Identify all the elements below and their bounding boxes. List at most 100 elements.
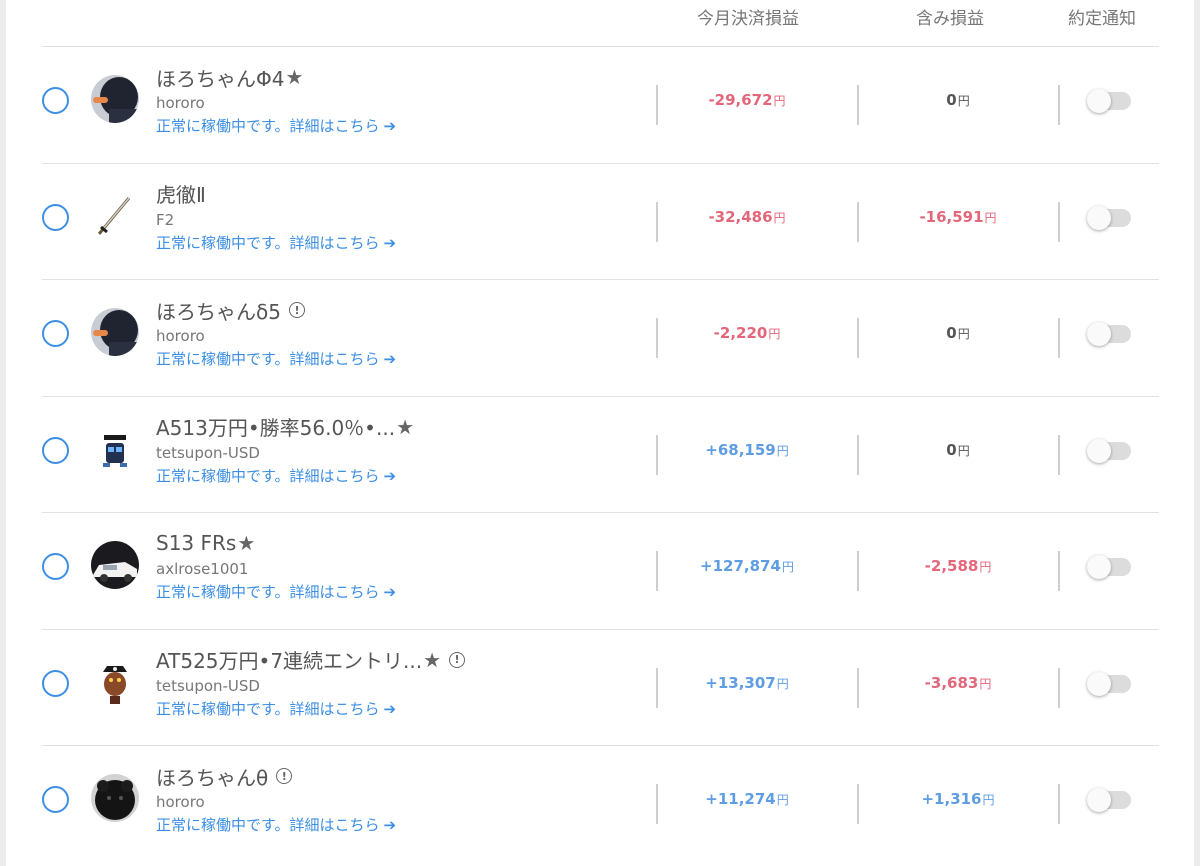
arrow-right-icon: ➔ (383, 117, 397, 135)
bot-list-panel: 今月決済損益 含み損益 約定通知 ほろちゃんΦ4 ★ hororo 正常に稼働中… (6, 0, 1194, 866)
info-icon[interactable]: ! (288, 302, 305, 318)
select-radio[interactable] (42, 436, 69, 464)
bot-avatar (91, 774, 139, 822)
execution-notification-toggle[interactable] (1087, 89, 1131, 113)
star-icon: ★ (396, 414, 414, 439)
status-text: 正常に稼働中です。詳細はこちら (156, 816, 380, 834)
unrealized-pnl: 0円 (868, 324, 1048, 342)
arrow-right-icon: ➔ (383, 816, 397, 834)
yen-unit: 円 (979, 560, 992, 574)
bot-title-line: 虎徹Ⅱ (156, 180, 636, 208)
status-link[interactable]: 正常に稼働中です。詳細はこちら ➔ (156, 697, 636, 721)
select-radio[interactable] (42, 203, 69, 231)
column-divider (857, 667, 859, 708)
status-link[interactable]: 正常に稼働中です。詳細はこちら ➔ (156, 231, 636, 255)
bot-title[interactable]: ほろちゃんΦ4 (156, 63, 284, 92)
toggle-knob (1087, 205, 1111, 230)
arrow-right-icon: ➔ (383, 466, 397, 485)
yen-unit: 円 (776, 676, 789, 691)
table-header: 今月決済損益 含み損益 約定通知 (6, 0, 1194, 46)
execution-notification-toggle[interactable] (1087, 555, 1131, 579)
header-monthly-settled-pnl: 今月決済損益 (697, 9, 799, 29)
settled-value: +127,874 (700, 557, 781, 575)
select-radio[interactable] (42, 669, 69, 697)
status-link[interactable]: 正常に稼働中です。詳細はこちら ➔ (156, 114, 636, 138)
bot-row: ほろちゃんδ5 ! hororo 正常に稼働中です。詳細はこちら ➔ -2,22… (42, 279, 1159, 396)
bot-avatar (91, 191, 139, 240)
column-divider (1058, 667, 1060, 708)
bot-title[interactable]: S13 FRs (156, 531, 236, 555)
yen-unit: 円 (776, 793, 789, 807)
bot-owner: tetsupon-USD (156, 676, 260, 695)
execution-notification-toggle[interactable] (1087, 322, 1131, 346)
unrealized-pnl: 0円 (868, 441, 1048, 459)
star-icon: ★ (423, 647, 442, 672)
column-divider (857, 85, 859, 125)
status-link[interactable]: 正常に稼働中です。詳細はこちら ➔ (156, 580, 636, 604)
yen-unit: 円 (957, 443, 970, 458)
bot-avatar (91, 657, 139, 706)
unrealized-value: 0 (946, 91, 957, 109)
select-radio[interactable] (42, 87, 69, 114)
toggle-knob (1087, 788, 1111, 812)
unrealized-pnl: -16,591円 (868, 208, 1048, 226)
toggle-knob (1087, 322, 1111, 346)
unrealized-pnl: 0円 (868, 91, 1048, 109)
toggle-knob (1087, 671, 1111, 696)
status-text: 正常に稼働中です。詳細はこちら (156, 466, 380, 485)
monthly-settled-pnl: +127,874円 (657, 557, 837, 575)
bot-avatar (91, 75, 139, 123)
execution-notification-toggle[interactable] (1087, 438, 1131, 463)
yen-unit: 円 (768, 327, 781, 341)
bot-owner: tetsupon-USD (156, 443, 260, 462)
bot-title-line: ほろちゃんδ5 ! (156, 296, 636, 324)
bot-row: 虎徹Ⅱ F2 正常に稼働中です。詳細はこちら ➔ -32,486円 -16,59… (42, 162, 1159, 280)
monthly-settled-pnl: +13,307円 (657, 674, 837, 692)
bot-avatar (91, 424, 139, 473)
select-radio[interactable] (42, 786, 69, 813)
unrealized-value: -3,683 (924, 673, 979, 692)
toggle-knob (1087, 555, 1111, 579)
status-text: 正常に稼働中です。詳細はこちら (156, 583, 380, 601)
execution-notification-toggle[interactable] (1087, 788, 1131, 812)
arrow-right-icon: ➔ (383, 699, 397, 718)
bot-info: ほろちゃんθ ! hororo 正常に稼働中です。詳細はこちら ➔ (156, 762, 636, 837)
bot-title[interactable]: ほろちゃんθ (156, 762, 268, 791)
bot-title[interactable]: ほろちゃんδ5 (156, 296, 281, 325)
status-link[interactable]: 正常に稼働中です。詳細はこちら ➔ (156, 347, 636, 371)
info-icon[interactable]: ! (276, 768, 293, 784)
bot-row: S13 FRs ★ axlrose1001 正常に稼働中です。詳細はこちら ➔ … (42, 512, 1159, 629)
header-unrealized-pnl: 含み損益 (916, 9, 984, 29)
header-execution-notification: 約定通知 (1068, 9, 1136, 29)
bot-row: A513万円•勝率56.0％•... ★ tetsupon-USD 正常に稼働中… (42, 395, 1159, 513)
status-text: 正常に稼働中です。詳細はこちら (156, 117, 380, 135)
toggle-knob (1087, 89, 1111, 113)
column-divider (1058, 551, 1060, 591)
settled-value: -2,220 (713, 324, 768, 342)
status-text: 正常に稼働中です。詳細はこちら (156, 350, 380, 368)
settled-value: -32,486 (708, 207, 773, 226)
settled-value: +11,274 (705, 790, 776, 808)
execution-notification-toggle[interactable] (1087, 671, 1131, 696)
bot-title[interactable]: A513万円•勝率56.0％•... (156, 412, 395, 441)
monthly-settled-pnl: -2,220円 (657, 324, 837, 342)
bot-owner: hororo (156, 94, 205, 112)
select-radio[interactable] (42, 553, 69, 580)
bot-title[interactable]: AT525万円•7連続エントリ... (156, 645, 422, 674)
execution-notification-toggle[interactable] (1087, 205, 1131, 230)
info-icon[interactable]: ! (449, 651, 466, 668)
column-divider (1058, 201, 1060, 242)
star-icon: ★ (237, 531, 256, 555)
settled-value: -29,672 (708, 91, 773, 109)
monthly-settled-pnl: -32,486円 (657, 208, 837, 226)
status-link[interactable]: 正常に稼働中です。詳細はこちら ➔ (156, 813, 636, 837)
unrealized-value: -16,591 (919, 207, 984, 226)
bot-info: AT525万円•7連続エントリ... ★ ! tetsupon-USD 正常に稼… (156, 646, 636, 721)
bot-title[interactable]: 虎徹Ⅱ (156, 179, 206, 208)
select-radio[interactable] (42, 320, 69, 347)
unrealized-value: 0 (946, 440, 957, 459)
bot-avatar (91, 541, 139, 589)
bot-owner: axlrose1001 (156, 560, 249, 578)
bot-info: ほろちゃんδ5 ! hororo 正常に稼働中です。詳細はこちら ➔ (156, 296, 636, 371)
status-link[interactable]: 正常に稼働中です。詳細はこちら ➔ (156, 464, 636, 488)
